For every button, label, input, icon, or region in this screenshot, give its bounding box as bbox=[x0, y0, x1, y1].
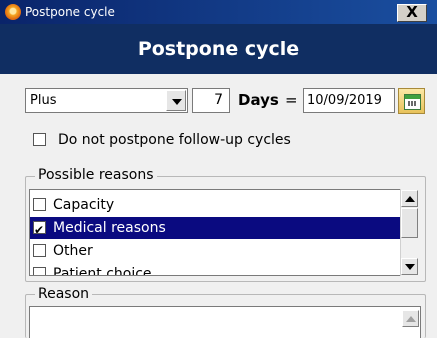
list-item[interactable]: Medical reasons bbox=[30, 217, 400, 241]
window-title: Postpone cycle bbox=[25, 5, 115, 19]
scroll-down-icon[interactable] bbox=[401, 258, 418, 275]
reason-checkbox[interactable] bbox=[33, 198, 46, 211]
postpone-followup-label: Do not postpone follow-up cycles bbox=[58, 132, 291, 148]
reason-label: Other bbox=[53, 243, 93, 259]
reason-checkbox[interactable] bbox=[33, 219, 46, 241]
possible-reasons-legend: Possible reasons bbox=[35, 166, 157, 184]
mode-select-value: Plus bbox=[30, 93, 57, 108]
postpone-followup-checkbox[interactable] bbox=[33, 133, 46, 146]
app-icon bbox=[5, 4, 21, 20]
scroll-up-icon[interactable] bbox=[402, 310, 419, 327]
page-title: Postpone cycle bbox=[137, 38, 300, 60]
reason-textarea[interactable] bbox=[29, 306, 421, 338]
reason-label: Patient choice bbox=[53, 266, 152, 276]
equals-sign: = bbox=[285, 91, 298, 109]
reason-label: Capacity bbox=[53, 197, 115, 213]
date-input[interactable]: 10/09/2019 bbox=[303, 88, 395, 113]
scroll-thumb[interactable] bbox=[401, 208, 418, 238]
reason-checkbox[interactable] bbox=[33, 267, 46, 275]
close-button[interactable]: X bbox=[397, 4, 427, 22]
list-item[interactable]: Other bbox=[30, 240, 400, 262]
reasons-list[interactable]: Capacity Medical reasons Other Patient c… bbox=[29, 189, 401, 276]
list-item[interactable]: Capacity bbox=[30, 194, 400, 216]
reason-label: Medical reasons bbox=[53, 220, 166, 236]
calendar-button[interactable] bbox=[398, 88, 425, 114]
reason-checkbox[interactable] bbox=[33, 244, 46, 257]
list-item[interactable]: Patient choice bbox=[30, 263, 400, 276]
calendar-icon bbox=[404, 94, 421, 110]
days-label: Days bbox=[238, 91, 279, 109]
days-input[interactable]: 7 bbox=[192, 88, 230, 113]
reason-legend: Reason bbox=[35, 285, 93, 303]
chevron-down-icon[interactable] bbox=[166, 90, 186, 111]
scroll-up-icon[interactable] bbox=[401, 190, 418, 207]
